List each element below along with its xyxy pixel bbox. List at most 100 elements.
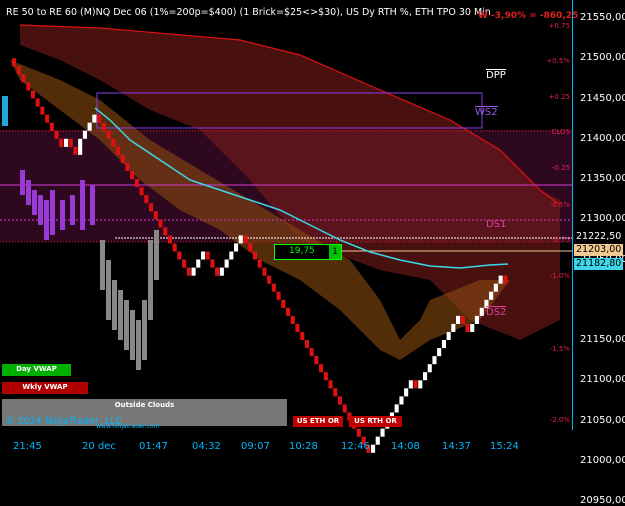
tpo-bar [90,185,95,225]
renko-brick-down [12,58,17,67]
renko-brick-down [267,275,272,284]
ds2-label: DS2 [486,306,507,318]
renko-brick-up [479,307,484,316]
renko-brick-down [139,187,144,196]
renko-brick-down [54,130,59,139]
tpo-bar [130,310,135,360]
chart-window[interactable]: RE 50 to RE 60 (M)NQ Dec 06 (1%=200p=$40… [0,0,625,506]
price-tick-label: 21350,00 [580,173,625,184]
renko-brick-up [441,340,446,349]
renko-brick-up [423,372,428,381]
percent-level-label: -2.0% [549,416,570,424]
renko-brick-up [64,138,69,147]
price-chart[interactable] [0,0,625,453]
renko-brick-down [252,251,257,260]
percent-level-label: +0.25 [548,93,570,101]
wkly-vwap-button[interactable]: Wkly VWAP [2,382,88,394]
renko-brick-up [493,283,498,292]
tpo-bar [136,320,141,370]
footer-url: www.ninjatrader.com [96,423,160,430]
renko-brick-down [319,364,324,373]
renko-brick-down [167,235,172,244]
renko-brick-down [26,82,31,91]
renko-brick-down [314,356,319,365]
renko-brick-down [106,130,111,139]
renko-brick-up [234,243,239,252]
day-vwap-button[interactable]: Day VWAP [2,364,71,376]
renko-brick-down [276,291,281,300]
position-box[interactable]: 19,75 1 [274,244,342,260]
renko-brick-up [456,315,461,324]
current-price-label: 21222,50 [574,231,624,243]
position-qty: 1 [329,245,341,259]
percent-level-label: -0.5% [549,201,570,209]
renko-brick-down [111,138,116,147]
renko-brick-down [35,98,40,107]
renko-brick-down [97,114,102,123]
time-tick-label: 15:24 [490,441,519,452]
price-tick-label: 21550,00 [580,12,625,23]
tpo-bar [20,170,25,195]
renko-brick-down [149,203,154,212]
renko-brick-down [177,251,182,260]
time-tick-label: 14:37 [442,441,471,452]
renko-brick-up [78,138,83,155]
renko-brick-down [281,299,286,308]
renko-brick-up [408,380,413,389]
renko-brick-down [120,154,125,163]
renko-brick-down [73,146,78,155]
renko-brick-up [82,130,87,139]
tpo-bar [80,180,85,230]
dpp-label: DPP [486,69,506,81]
percent-level-label: -0.75 [551,236,570,244]
renko-brick-down [304,340,309,349]
time-tick-label: 01:47 [139,441,168,452]
renko-brick-down [323,372,328,381]
time-tick-label: 04:32 [192,441,221,452]
tpo-bar [142,300,147,360]
percent-level-label: +0.75 [548,22,570,30]
price-tick-label: 21300,00 [580,213,625,225]
chart-title: RE 50 to RE 60 (M)NQ Dec 06 (1%=200p=$40… [6,7,491,18]
renko-brick-down [337,396,342,405]
renko-brick-up [87,122,92,131]
renko-brick-down [163,227,168,236]
percent-level-label: -1.0% [549,272,570,280]
tpo-bar [112,280,117,330]
renko-brick-down [295,323,300,332]
renko-brick-down [45,114,50,123]
renko-brick-down [59,138,64,147]
renko-brick-down [215,267,220,276]
renko-brick-up [437,348,442,357]
renko-brick-up [446,332,451,340]
renko-brick-up [404,388,409,397]
time-tick-label: 09:07 [241,441,270,452]
price-tick-label: 20950,00 [580,495,625,506]
price-tick-label: 21050,00 [580,414,625,426]
level-a-label: 21203,00 [574,244,624,256]
us-rth-or-button[interactable]: US RTH OR [349,416,402,427]
renko-brick-down [16,66,21,75]
renko-brick-down [182,259,187,268]
price-tick-label: 21100,00 [580,374,625,386]
level-b-label: 21182,80 [574,258,624,270]
percent-level-label: +0.5% [546,57,570,65]
renko-brick-down [356,428,361,437]
renko-brick-up [427,364,432,373]
tpo-bar [148,240,153,320]
percent-level-label: CLOS [551,128,571,136]
renko-brick-up [451,323,456,332]
position-value: 19,75 [289,246,315,256]
tpo-bar [106,260,111,320]
renko-brick-down [465,323,470,332]
price-tick-label: 21450,00 [580,92,625,104]
us-eth-or-button[interactable]: US ETH OR [293,416,343,427]
pnl-readout: W -3,90% = -860,25 [478,11,579,21]
renko-brick-down [134,179,139,188]
renko-brick-down [130,171,135,179]
renko-brick-down [413,380,418,389]
time-tick-label: 12:46 [341,441,370,452]
renko-brick-down [290,315,295,324]
renko-brick-up [191,267,196,276]
renko-brick-down [333,388,338,397]
